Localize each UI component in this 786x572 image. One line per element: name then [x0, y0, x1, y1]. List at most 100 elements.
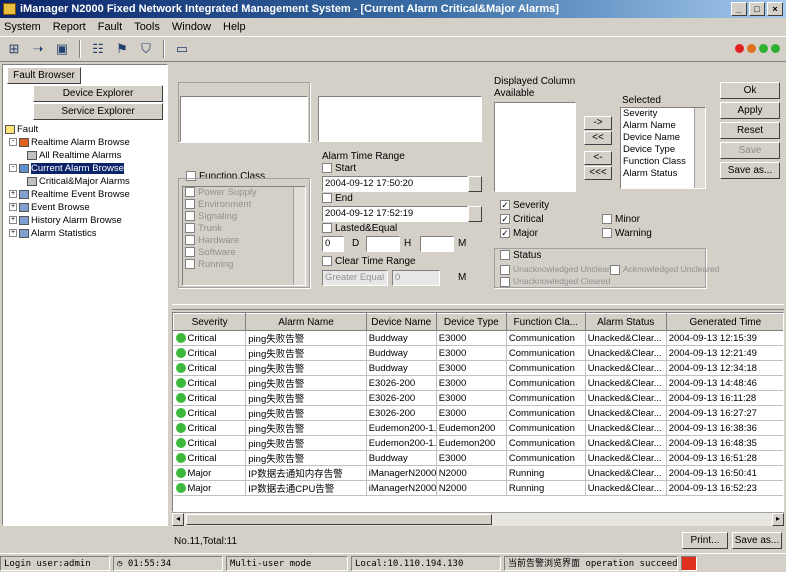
apply-button[interactable]: Apply: [720, 102, 780, 119]
arrow-icon[interactable]: ➝: [28, 39, 48, 59]
lasted-days-field[interactable]: 0: [322, 236, 344, 252]
column-header[interactable]: Device Type: [435, 313, 507, 331]
clear-time-range-checkbox[interactable]: [322, 256, 332, 267]
selected-column-item[interactable]: Alarm Status: [621, 168, 705, 180]
filter-box-2[interactable]: [318, 96, 482, 142]
service-explorer-tab[interactable]: Service Explorer: [33, 103, 163, 120]
menu-help[interactable]: Help: [223, 21, 246, 33]
save-button[interactable]: Save: [720, 142, 780, 159]
end-time-picker-button[interactable]: [468, 206, 482, 222]
table-row[interactable]: Major IP数据去通知内存告警 iManagerN2000 N2000 Runnin…: [173, 465, 783, 481]
table-row[interactable]: Major IP数据去通CPU告警 iManagerN2000 N2000 Runnin…: [173, 480, 783, 496]
column-header[interactable]: Generated Time: [665, 313, 783, 331]
status-option-1[interactable]: Unacknowledged Uncleared: [513, 264, 619, 274]
function-class-scrollbar[interactable]: [293, 187, 305, 285]
table-row[interactable]: Critical ping失败告警 Eudemon200-1... Eudemon20…: [173, 420, 783, 436]
tree-node-all-realtime-alarms[interactable]: All Realtime Alarms: [5, 149, 167, 162]
tree-node-critical-major-alarms[interactable]: Critical&Major Alarms: [5, 175, 167, 188]
table-row[interactable]: Critical ping失败告警 E3026-200 E3000 Communicat…: [173, 390, 783, 406]
minor-checkbox[interactable]: [602, 214, 612, 225]
menu-system[interactable]: System: [4, 21, 41, 33]
move-right-button[interactable]: ->: [584, 116, 612, 130]
window-icon[interactable]: ▭: [172, 39, 192, 59]
table-row[interactable]: Critical ping失败告警 Buddway E3000 Communicatio…: [173, 450, 783, 466]
minimize-button[interactable]: _: [731, 2, 747, 16]
menu-report[interactable]: Report: [53, 21, 86, 33]
filter-icon[interactable]: ⛉: [136, 39, 156, 59]
tree-node-alarm-statistics[interactable]: + Alarm Statistics: [5, 227, 167, 240]
table-row[interactable]: Critical ping失败告警 E3026-200 E3000 Communicat…: [173, 375, 783, 391]
start-time-picker-button[interactable]: [468, 176, 482, 192]
move-all-left-button[interactable]: <<<: [584, 166, 612, 180]
filter-box-1[interactable]: [180, 96, 308, 142]
selected-column-item[interactable]: Alarm Name: [621, 120, 705, 132]
clear-time-value-field[interactable]: 0: [392, 270, 440, 286]
print-button[interactable]: Print...: [682, 532, 728, 549]
tree-node-fault[interactable]: Fault: [5, 123, 167, 136]
status-checkbox[interactable]: [500, 250, 510, 261]
end-checkbox[interactable]: [322, 193, 332, 204]
selected-columns-scrollbar[interactable]: [694, 108, 705, 188]
column-header[interactable]: Alarm Status: [584, 313, 667, 331]
maximize-button[interactable]: □: [749, 2, 765, 16]
function-class-item[interactable]: Software: [183, 247, 305, 259]
fault-browser-tab[interactable]: Fault Browser: [7, 67, 81, 84]
ok-button[interactable]: Ok: [720, 82, 780, 99]
status-option-2[interactable]: Acknowledged Uncleared: [623, 264, 719, 274]
lasted-minutes-field[interactable]: [420, 236, 454, 252]
tree-node-current-alarm-browse[interactable]: - Current Alarm Browse: [5, 162, 167, 175]
alarm-bell-icon[interactable]: ⚑: [112, 39, 132, 59]
splitter-handle[interactable]: [172, 304, 784, 310]
table-row[interactable]: Critical ping失败告警 Buddway E3000 Communicatio…: [173, 360, 783, 376]
scroll-thumb[interactable]: [186, 514, 492, 525]
move-all-right-button[interactable]: <<: [584, 131, 612, 145]
function-class-item[interactable]: Signaling: [183, 211, 305, 223]
selected-column-item[interactable]: Function Class: [621, 156, 705, 168]
move-left-button[interactable]: <-: [584, 151, 612, 165]
function-class-item[interactable]: Running: [183, 259, 305, 271]
table-row[interactable]: Critical ping失败告警 Eudemon200-1... Eudemon20…: [173, 435, 783, 451]
end-time-field[interactable]: 2004-09-12 17:52:19: [322, 206, 468, 222]
start-checkbox[interactable]: [322, 163, 332, 174]
function-class-item[interactable]: Power Supply: [183, 187, 305, 199]
function-class-item[interactable]: Trunk: [183, 223, 305, 235]
column-header[interactable]: Severity: [173, 313, 247, 331]
reset-button[interactable]: Reset: [720, 122, 780, 139]
function-class-item[interactable]: Hardware: [183, 235, 305, 247]
tree-node-realtime-alarm-browse[interactable]: - Realtime Alarm Browse: [5, 136, 167, 149]
topology-icon[interactable]: ⊞: [4, 39, 24, 59]
warning-checkbox[interactable]: [602, 228, 612, 239]
alarm-browse-icon[interactable]: ☷: [88, 39, 108, 59]
menu-window[interactable]: Window: [172, 21, 211, 33]
lasted-equal-checkbox[interactable]: [322, 223, 332, 234]
column-header[interactable]: Alarm Name: [245, 313, 367, 331]
scroll-left-icon[interactable]: ◂: [172, 513, 184, 526]
menu-tools[interactable]: Tools: [134, 21, 160, 33]
available-columns-list[interactable]: [494, 102, 576, 192]
column-header[interactable]: Function Cla...: [505, 313, 586, 331]
start-time-field[interactable]: 2004-09-12 17:50:20: [322, 176, 468, 192]
selected-column-item[interactable]: Device Name: [621, 132, 705, 144]
selected-column-item[interactable]: Severity: [621, 108, 705, 120]
tree-node-history-alarm-browse[interactable]: + History Alarm Browse: [5, 214, 167, 227]
device-explorer-tab[interactable]: Device Explorer: [33, 85, 163, 102]
severity-checkbox[interactable]: ✓: [500, 200, 510, 211]
tree-node-realtime-event-browse[interactable]: + Realtime Event Browse: [5, 188, 167, 201]
table-row[interactable]: Critical ping失败告警 E3026-200 E3000 Communicat…: [173, 405, 783, 421]
table-horizontal-scrollbar[interactable]: ◂ ▸: [172, 512, 784, 526]
lasted-hours-field[interactable]: [366, 236, 400, 252]
column-header[interactable]: Device Name: [365, 313, 437, 331]
table-row[interactable]: Critical ping失败告警 Buddway E3000 Communicatio…: [173, 330, 783, 346]
table-save-as-button[interactable]: Save as...: [732, 532, 782, 549]
device-icon[interactable]: ▣: [52, 39, 72, 59]
clear-time-operator-select[interactable]: Greater Equal: [322, 270, 388, 286]
save-as-button[interactable]: Save as...: [720, 162, 780, 179]
critical-checkbox[interactable]: ✓: [500, 214, 510, 225]
close-button[interactable]: ×: [767, 2, 783, 16]
menu-fault[interactable]: Fault: [98, 21, 122, 33]
major-checkbox[interactable]: ✓: [500, 228, 510, 239]
status-option-3[interactable]: Unacknowledged Cleared: [513, 276, 610, 286]
function-class-item[interactable]: Environment: [183, 199, 305, 211]
selected-column-item[interactable]: Device Type: [621, 144, 705, 156]
table-row[interactable]: Critical ping失败告警 Buddway E3000 Communicatio…: [173, 345, 783, 361]
